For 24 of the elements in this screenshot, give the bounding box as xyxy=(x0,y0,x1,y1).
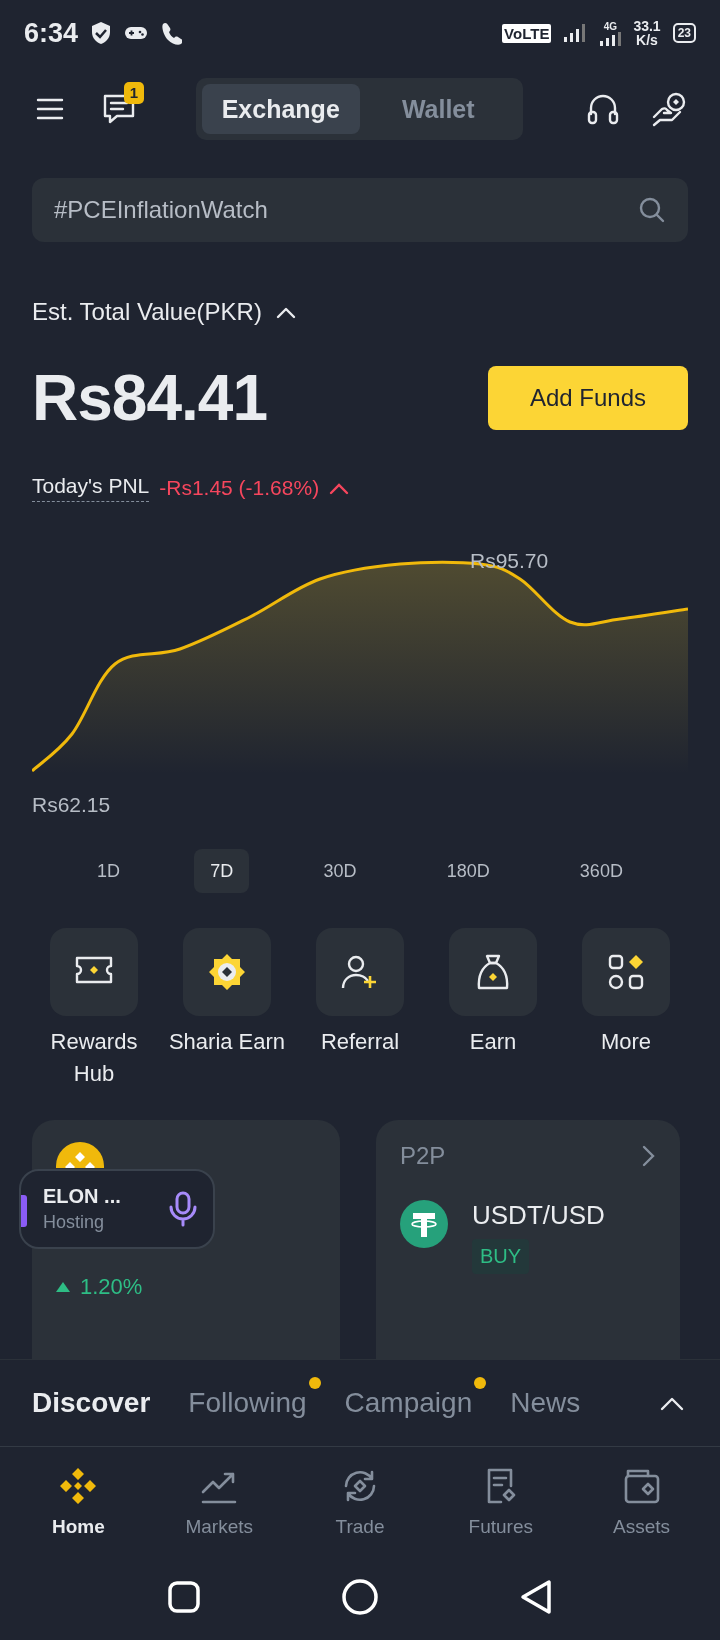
live-status: Hosting xyxy=(43,1212,106,1233)
action-label: Sharia Earn xyxy=(168,1028,286,1056)
battery-level: 23 xyxy=(672,23,696,43)
chart-high-label: Rs95.70 xyxy=(470,549,549,573)
pnl-value: -Rs1.45 (-1.68%) xyxy=(159,476,320,500)
speed-unit: K/s xyxy=(635,33,659,47)
action-label: Referral xyxy=(320,1028,400,1056)
clock: 6:34 xyxy=(24,17,79,49)
volte-indicator: VoLTE xyxy=(502,23,552,43)
action-label: Rewards Hub xyxy=(49,1028,139,1088)
action-label: Earn xyxy=(469,1028,517,1056)
chart-low-label: Rs62.15 xyxy=(32,793,111,817)
notification-badge: 1 xyxy=(123,82,144,104)
network-type: 4G xyxy=(603,20,618,32)
p2p-title: P2P xyxy=(400,1142,446,1170)
balance-label: Est. Total Value(PKR) xyxy=(32,298,262,326)
action-label: More xyxy=(600,1028,652,1056)
balance-value: Rs84.41 xyxy=(32,361,267,435)
coin-change: 1.20% xyxy=(80,1274,143,1300)
pair-name: USDT/USD xyxy=(472,1200,605,1231)
buy-tag: BUY xyxy=(472,1239,530,1274)
pnl-label: Today's PNL xyxy=(32,474,150,502)
data-speed: 33.1 xyxy=(633,19,661,33)
live-title: ELON ... xyxy=(43,1185,122,1208)
